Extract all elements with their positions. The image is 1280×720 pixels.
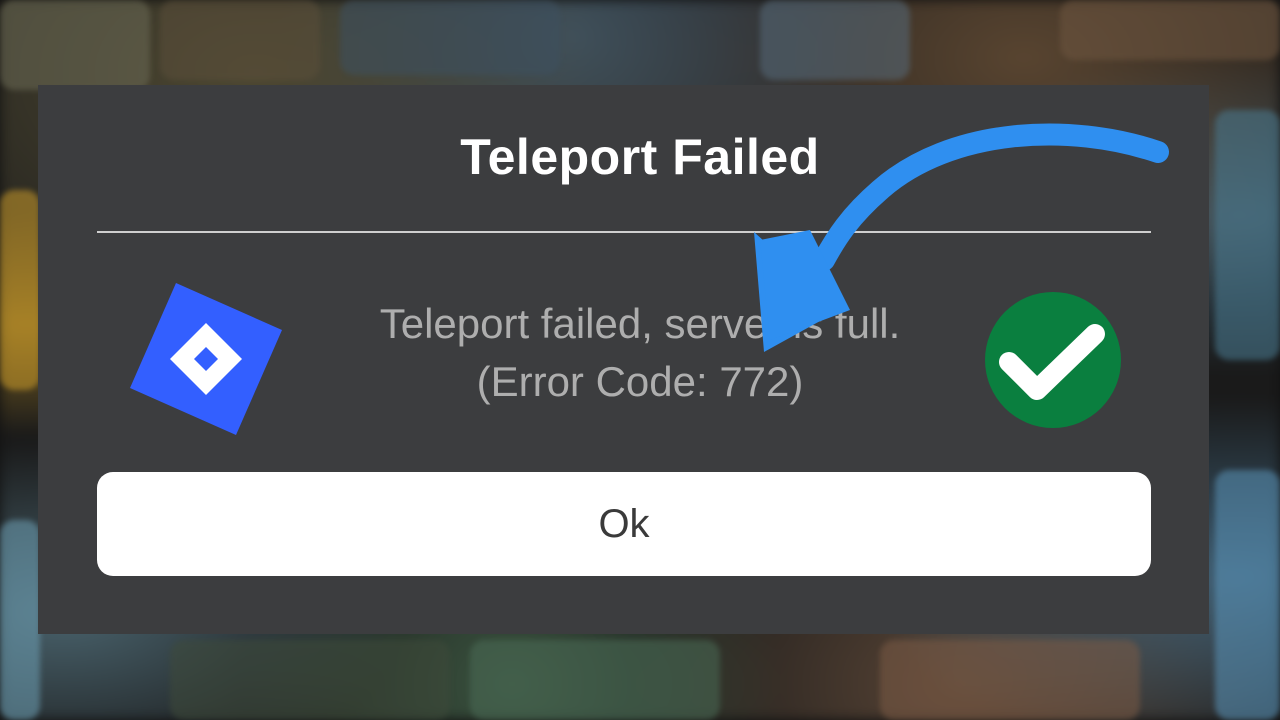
background-thumbnail <box>470 640 720 720</box>
screen: Teleport Failed Teleport failed, server … <box>0 0 1280 720</box>
background-thumbnail <box>170 640 450 720</box>
background-thumbnail <box>0 520 40 720</box>
background-thumbnail <box>1215 470 1280 720</box>
background-thumbnail <box>340 0 560 75</box>
background-thumbnail <box>160 0 320 80</box>
background-thumbnail <box>760 0 910 80</box>
background-thumbnail <box>0 0 150 90</box>
ok-button-label: Ok <box>598 501 650 546</box>
checkmark-icon <box>985 292 1121 428</box>
roblox-logo-icon <box>130 283 282 435</box>
background-thumbnail <box>1060 0 1280 60</box>
title-divider <box>97 231 1151 233</box>
dialog-title: Teleport Failed <box>460 129 820 185</box>
ok-button[interactable]: Ok <box>97 472 1151 576</box>
background-thumbnail <box>880 640 1140 720</box>
